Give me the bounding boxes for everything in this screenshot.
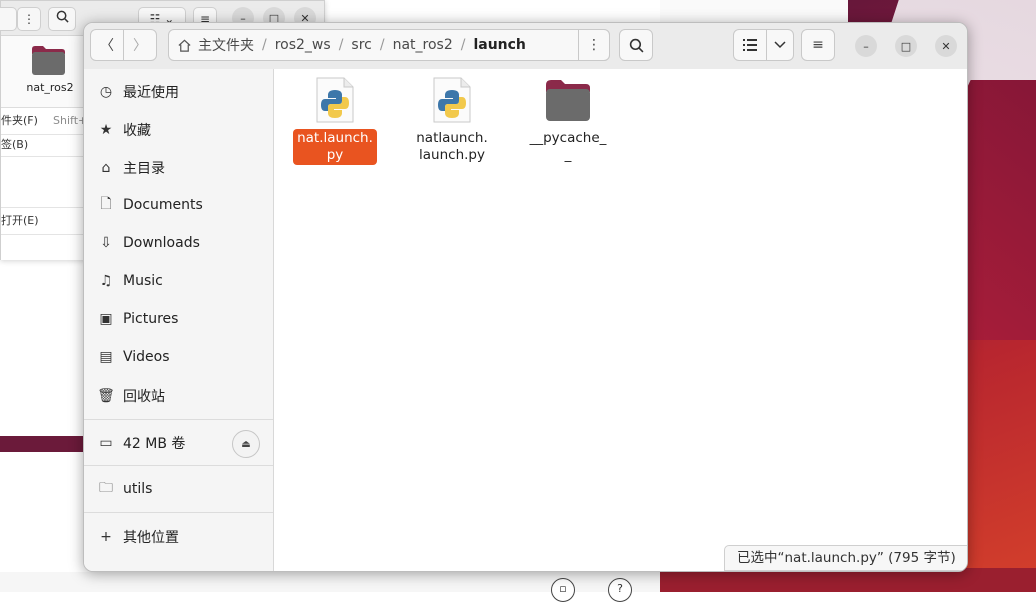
music-icon: ♫ [99,273,113,289]
minimize-button[interactable]: – [855,35,877,57]
eject-button[interactable]: ⏏ [232,430,260,458]
eject-icon: ⏏ [241,438,251,450]
sidebar-item-label: 收藏 [123,123,151,139]
sidebar-item-home[interactable]: ⌂ 主目录 [84,151,273,185]
search-button[interactable] [619,29,653,61]
sidebar-item-videos[interactable]: ▤ Videos [84,340,273,374]
sidebar-item-music[interactable]: ♫ Music [84,264,273,298]
star-icon: ★ [99,122,113,138]
main-menu-button[interactable]: ≡ [801,29,835,61]
clock-icon: ◷ [99,84,113,100]
context-menu-item[interactable]: 打开(E) [1,208,84,235]
breadcrumb: 主文件夹 / ros2_ws / src / nat_ros2 / launch [168,29,610,61]
chevron-left-icon: 〈 [100,38,114,54]
home-icon: ⌂ [101,160,111,176]
search-icon [629,38,643,52]
forward-button[interactable]: 〉 [123,29,157,61]
desktop-wallpaper-strip [0,436,90,452]
maximize-icon: □ [900,39,912,53]
background-folder-label[interactable]: nat_ros2 [15,81,85,94]
trash-icon: 🗑 [97,388,115,404]
sidebar-item-downloads[interactable]: ⇩ Downloads [84,226,273,260]
context-menu-item[interactable] [1,157,84,208]
breadcrumb-nat-ros2[interactable]: nat_ros2 [387,37,459,53]
sidebar-item-label: 主目录 [123,161,165,177]
file-item-pycache[interactable]: __pycache_ _ [522,77,614,165]
breadcrumb-ros2-ws[interactable]: ros2_ws [269,37,337,53]
file-name-label: nat.launch. py [293,129,377,165]
download-icon: ⇩ [100,235,112,251]
plus-icon: + [100,529,112,545]
chevron-right-icon: 〉 [133,38,147,54]
view-options-button[interactable] [766,29,794,61]
breadcrumb-src[interactable]: src [345,37,377,53]
folder-icon [32,46,65,75]
path-menu-button[interactable]: ⋮ [578,29,610,61]
sidebar-divider [84,512,273,513]
sidebar-item-label: Pictures [123,311,179,327]
sidebar-item-utils[interactable]: 🗀 utils [84,472,273,506]
video-icon: ▤ [99,349,113,365]
file-manager-window: 〈 〉 主文件夹 / ros2_ws / src / nat_ros2 / la… [83,22,968,572]
document-icon: 🗋 [100,196,112,212]
sidebar-divider [84,465,273,466]
file-item-natlaunch-launch-py[interactable]: natlaunch. launch.py [406,77,498,165]
background-menu-button[interactable]: ⋮ [17,7,41,31]
sidebar-item-starred[interactable]: ★ 收藏 [84,113,273,147]
breadcrumb-separator: / [262,37,267,53]
sidebar-item-label: 其他位置 [123,530,179,546]
breadcrumb-separator: / [460,37,466,53]
background-context-menu: 件夹(F) Shift+ 签(B) 打开(E) [1,107,87,260]
chevron-down-icon [774,41,786,49]
close-button[interactable]: ✕ [935,35,957,57]
minimize-icon: – [863,39,869,53]
sidebar-item-label: utils [123,481,153,497]
back-button[interactable]: 〈 [90,29,124,61]
list-view-icon [743,39,757,51]
file-view[interactable]: nat.launch. py natlaunch. launch.py __py… [274,69,967,571]
python-file-icon [316,77,354,123]
picture-icon: ▣ [99,311,113,327]
more-vertical-icon: ⋮ [587,37,601,53]
close-icon: ✕ [941,39,951,53]
sidebar-divider [84,419,273,420]
sidebar-item-label: Music [123,273,163,289]
folder-icon [544,77,592,123]
breadcrumb-separator: / [338,37,344,53]
background-app-icon[interactable]: ▫ [551,578,575,602]
home-icon [178,39,191,52]
sidebar-item-label: 回收站 [123,389,165,405]
python-file-icon [433,77,471,123]
folder-icon: 🗀 [99,480,113,496]
sidebar-item-label: Documents [123,197,203,213]
breadcrumb-launch[interactable]: launch [467,37,531,53]
breadcrumb-separator: / [379,37,385,53]
sidebar: ◷ 最近使用 ★ 收藏 ⌂ 主目录 🗋 Documents ⇩ Download… [84,69,274,571]
search-icon [56,10,69,23]
background-nav-button[interactable] [0,7,17,31]
drive-icon: ▭ [99,435,113,451]
sidebar-item-pictures[interactable]: ▣ Pictures [84,302,273,336]
sidebar-item-documents[interactable]: 🗋 Documents [84,188,273,222]
sidebar-item-trash[interactable]: 🗑 回收站 [84,379,273,413]
context-menu-item[interactable]: 签(B) [1,134,84,157]
context-menu-item[interactable]: 件夹(F) Shift+ [1,108,87,135]
sidebar-item-label: 最近使用 [123,85,179,101]
sidebar-item-recent[interactable]: ◷ 最近使用 [84,75,273,109]
background-search-button[interactable] [48,7,76,31]
maximize-button[interactable]: □ [895,35,917,57]
file-item-nat-launch-py[interactable]: nat.launch. py [289,77,381,165]
sidebar-item-label: Downloads [123,235,200,251]
header-bar: 〈 〉 主文件夹 / ros2_ws / src / nat_ros2 / la… [84,23,967,70]
sidebar-item-label: Videos [123,349,170,365]
hamburger-icon: ≡ [812,37,824,53]
list-view-button[interactable] [733,29,767,61]
help-icon[interactable]: ? [608,578,632,602]
status-bar: 已选中“nat.launch.py” (795 字节) [724,545,967,571]
file-name-label: __pycache_ _ [529,130,607,163]
breadcrumb-home[interactable]: 主文件夹 [169,35,260,55]
sidebar-item-label: 42 MB 卷 [123,436,186,452]
sidebar-item-other-locations[interactable]: + 其他位置 [84,520,273,554]
file-name-label: natlaunch. launch.py [416,130,488,163]
